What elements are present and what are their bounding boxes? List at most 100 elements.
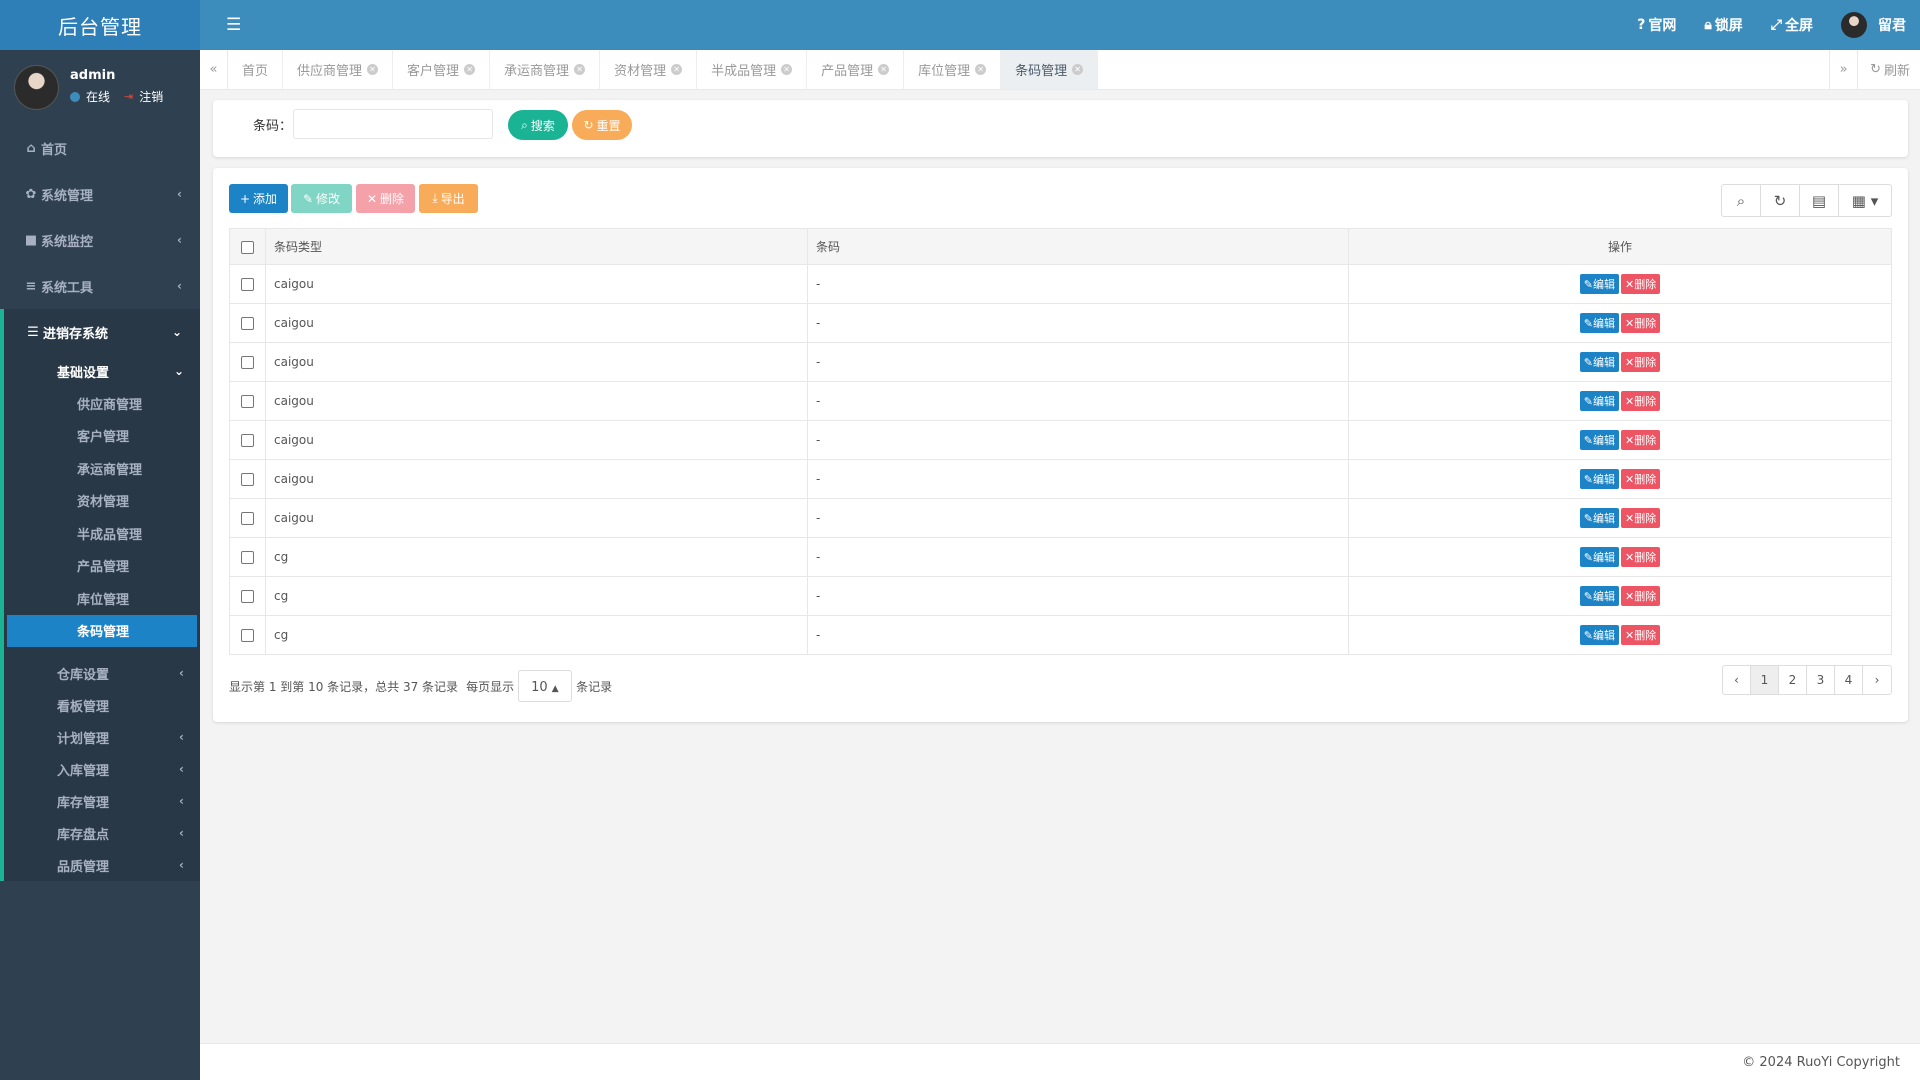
sidebar-item-home[interactable]: ⌂ 首页 xyxy=(0,125,200,171)
sidebar-item-semi-product[interactable]: 半成品管理 xyxy=(4,517,200,550)
row-edit-button[interactable]: ✎编辑 xyxy=(1579,274,1619,294)
sidebar-item-product[interactable]: 产品管理 xyxy=(4,550,200,583)
row-edit-button[interactable]: ✎编辑 xyxy=(1579,469,1619,489)
refresh-icon[interactable]: ↻ xyxy=(1761,185,1800,216)
row-edit-button[interactable]: ✎编辑 xyxy=(1579,547,1619,567)
table-row[interactable]: caigou - ✎编辑 ✕删除 xyxy=(229,264,1892,304)
sidebar-item-plan[interactable]: 计划管理 ‹ xyxy=(4,721,200,753)
search-toggle-icon[interactable]: ⌕ xyxy=(1722,185,1761,216)
row-delete-button[interactable]: ✕删除 xyxy=(1621,352,1661,372)
table-row[interactable]: caigou - ✎编辑 ✕删除 xyxy=(229,381,1892,421)
tab-material[interactable]: 资材管理 ✕ xyxy=(600,50,698,89)
tab-home[interactable]: 首页 xyxy=(228,50,284,89)
row-delete-button[interactable]: ✕删除 xyxy=(1621,547,1661,567)
table-row[interactable]: cg - ✎编辑 ✕删除 xyxy=(229,537,1892,577)
table-row[interactable]: cg - ✎编辑 ✕删除 xyxy=(229,576,1892,616)
sidebar-item-system[interactable]: ✿ 系统管理 ‹ xyxy=(0,171,200,217)
close-icon[interactable]: ✕ xyxy=(464,64,476,75)
row-checkbox[interactable] xyxy=(241,317,254,330)
sidebar-item-stocktake[interactable]: 库存盘点 ‹ xyxy=(4,817,200,849)
select-all-checkbox[interactable] xyxy=(241,240,254,254)
close-icon[interactable]: ✕ xyxy=(367,64,379,75)
tab-scroll-right-icon[interactable]: » xyxy=(1829,50,1857,89)
page-button[interactable]: 2 xyxy=(1779,666,1807,694)
fullscreen-link[interactable]: ⤢ 全屏 xyxy=(1771,15,1813,35)
page-button[interactable]: 3 xyxy=(1807,666,1835,694)
sidebar-item-barcode[interactable]: 条码管理 xyxy=(7,614,197,647)
next-page-button[interactable]: › xyxy=(1863,666,1891,694)
prev-page-button[interactable]: ‹ xyxy=(1723,666,1751,694)
sidebar-item-kanban[interactable]: 看板管理 xyxy=(4,689,200,721)
tab-carrier[interactable]: 承运商管理 ✕ xyxy=(490,50,601,89)
sidebar-item-customer[interactable]: 客户管理 xyxy=(4,420,200,453)
app-title[interactable]: 后台管理 xyxy=(0,0,200,50)
close-icon[interactable]: ✕ xyxy=(781,64,793,75)
table-row[interactable]: caigou - ✎编辑 ✕删除 xyxy=(229,420,1892,460)
sidebar-item-stock[interactable]: 库存管理 ‹ xyxy=(4,785,200,817)
user-menu[interactable]: 留君 xyxy=(1841,12,1906,38)
sidebar-item-material[interactable]: 资材管理 xyxy=(4,485,200,518)
row-checkbox[interactable] xyxy=(241,278,254,291)
columns-icon[interactable]: ▦ ▾ xyxy=(1839,185,1891,216)
row-delete-button[interactable]: ✕删除 xyxy=(1621,625,1661,645)
tab-semi-product[interactable]: 半成品管理 ✕ xyxy=(697,50,808,89)
close-icon[interactable]: ✕ xyxy=(574,64,586,75)
tab-scroll-left-icon[interactable]: « xyxy=(200,50,228,89)
row-edit-button[interactable]: ✎编辑 xyxy=(1579,430,1619,450)
row-delete-button[interactable]: ✕删除 xyxy=(1621,313,1661,333)
barcode-search-input[interactable] xyxy=(293,109,493,139)
table-row[interactable]: caigou - ✎编辑 ✕删除 xyxy=(229,459,1892,499)
column-header-barcode[interactable]: 条码 xyxy=(807,228,1349,265)
row-delete-button[interactable]: ✕删除 xyxy=(1621,274,1661,294)
tab-product[interactable]: 产品管理 ✕ xyxy=(807,50,905,89)
close-icon[interactable]: ✕ xyxy=(671,64,683,75)
refresh-button[interactable]: ↻ 刷新 xyxy=(1857,50,1920,89)
avatar[interactable] xyxy=(14,65,59,110)
close-icon[interactable]: ✕ xyxy=(878,64,890,75)
sidebar-item-inventory[interactable]: ☰ 进销存系统 ⌄ xyxy=(0,309,200,355)
row-delete-button[interactable]: ✕删除 xyxy=(1621,430,1661,450)
row-checkbox[interactable] xyxy=(241,356,254,369)
logout-icon[interactable]: ⇥ xyxy=(124,90,133,103)
row-edit-button[interactable]: ✎编辑 xyxy=(1579,508,1619,528)
page-size-select[interactable]: 10 ▲ xyxy=(518,670,573,702)
sidebar-item-carrier[interactable]: 承运商管理 xyxy=(4,452,200,485)
row-checkbox[interactable] xyxy=(241,395,254,408)
tab-barcode[interactable]: 条码管理 ✕ xyxy=(1001,50,1099,89)
row-checkbox[interactable] xyxy=(241,551,254,564)
table-row[interactable]: caigou - ✎编辑 ✕删除 xyxy=(229,303,1892,343)
close-icon[interactable]: ✕ xyxy=(975,64,987,75)
sidebar-item-inbound[interactable]: 入库管理 ‹ xyxy=(4,753,200,785)
sidebar-item-quality[interactable]: 品质管理 ‹ xyxy=(4,849,200,881)
table-row[interactable]: caigou - ✎编辑 ✕删除 xyxy=(229,342,1892,382)
official-link[interactable]: ? 官网 xyxy=(1637,15,1676,35)
sidebar-item-warehouse[interactable]: 仓库设置 ‹ xyxy=(4,657,200,689)
sidebar-item-location[interactable]: 库位管理 xyxy=(4,582,200,615)
sidebar-item-supplier[interactable]: 供应商管理 xyxy=(4,387,200,420)
lock-screen-link[interactable]: 🔒︎ 锁屏 xyxy=(1704,15,1742,35)
row-edit-button[interactable]: ✎编辑 xyxy=(1579,352,1619,372)
sidebar-item-tools[interactable]: ≡ 系统工具 ‹ xyxy=(0,263,200,309)
row-edit-button[interactable]: ✎编辑 xyxy=(1579,586,1619,606)
table-row[interactable]: caigou - ✎编辑 ✕删除 xyxy=(229,498,1892,538)
row-checkbox[interactable] xyxy=(241,629,254,642)
edit-button[interactable]: ✎ 修改 xyxy=(291,184,352,213)
sidebar-item-monitor[interactable]: ■ 系统监控 ‹ xyxy=(0,217,200,263)
export-button[interactable]: ⤓ 导出 xyxy=(419,184,478,213)
logout-link[interactable]: 注销 xyxy=(139,88,163,105)
row-checkbox[interactable] xyxy=(241,473,254,486)
card-view-icon[interactable]: ▤ xyxy=(1800,185,1839,216)
row-checkbox[interactable] xyxy=(241,512,254,525)
row-delete-button[interactable]: ✕删除 xyxy=(1621,508,1661,528)
row-edit-button[interactable]: ✎编辑 xyxy=(1579,625,1619,645)
row-delete-button[interactable]: ✕删除 xyxy=(1621,586,1661,606)
column-header-type[interactable]: 条码类型 xyxy=(265,228,808,265)
page-button[interactable]: 1 xyxy=(1751,666,1779,694)
row-edit-button[interactable]: ✎编辑 xyxy=(1579,391,1619,411)
close-icon[interactable]: ✕ xyxy=(1072,64,1084,75)
delete-button[interactable]: ✕ 删除 xyxy=(356,184,415,213)
add-button[interactable]: + 添加 xyxy=(229,184,288,213)
row-edit-button[interactable]: ✎编辑 xyxy=(1579,313,1619,333)
row-delete-button[interactable]: ✕删除 xyxy=(1621,469,1661,489)
table-row[interactable]: cg - ✎编辑 ✕删除 xyxy=(229,615,1892,655)
